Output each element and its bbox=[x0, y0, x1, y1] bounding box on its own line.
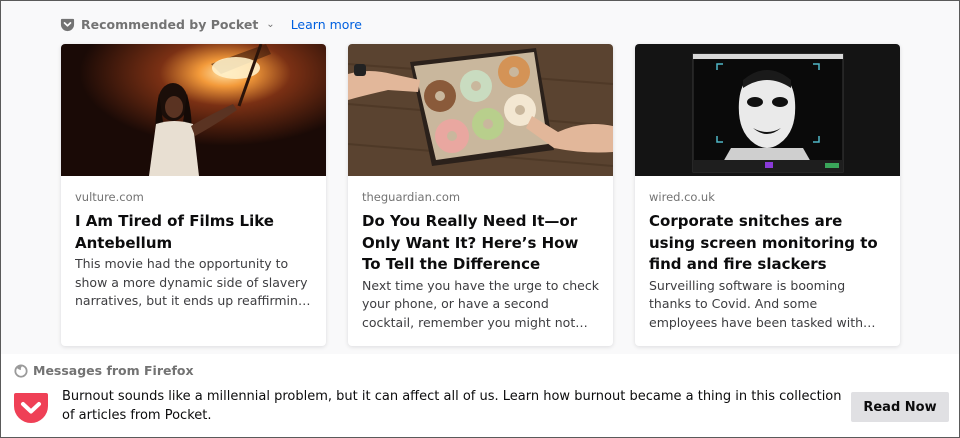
messages-title: Messages from Firefox bbox=[33, 363, 194, 378]
story-title: I Am Tired of Films Like Antebellum bbox=[75, 212, 274, 252]
firefox-messages-panel: Messages from Firefox Burnout sounds lik… bbox=[1, 354, 959, 437]
firefox-icon bbox=[14, 363, 28, 378]
story-excerpt: Surveilling software is booming thanks t… bbox=[649, 277, 876, 330]
messages-header: Messages from Firefox bbox=[14, 363, 194, 378]
story-card[interactable]: vulture.com I Am Tired of Films Like Ant… bbox=[61, 44, 326, 346]
story-excerpt: This movie had the opportunity to show a… bbox=[75, 256, 311, 308]
message-text: Burnout sounds like a millennial problem… bbox=[62, 389, 842, 423]
section-title[interactable]: Recommended by Pocket bbox=[81, 17, 258, 32]
read-now-button[interactable]: Read Now bbox=[851, 392, 949, 422]
pocket-section-header: Recommended by Pocket ⌄ Learn more bbox=[60, 14, 362, 34]
story-source: vulture.com bbox=[75, 190, 144, 204]
story-title: Corporate snitches are using screen moni… bbox=[649, 212, 878, 273]
pocket-icon bbox=[14, 393, 48, 423]
pocket-icon bbox=[60, 18, 75, 31]
learn-more-link[interactable]: Learn more bbox=[291, 17, 362, 32]
story-thumbnail bbox=[61, 44, 326, 176]
story-source: theguardian.com bbox=[362, 190, 461, 204]
chevron-down-icon[interactable]: ⌄ bbox=[266, 19, 274, 30]
message-row: Burnout sounds like a millennial problem… bbox=[13, 388, 953, 428]
story-thumbnail bbox=[635, 44, 900, 176]
story-thumbnail bbox=[348, 44, 613, 176]
story-card[interactable]: theguardian.com Do You Really Need It—or… bbox=[348, 44, 613, 346]
story-cards: vulture.com I Am Tired of Films Like Ant… bbox=[61, 44, 901, 346]
story-title: Do You Really Need It—or Only Want It? H… bbox=[362, 212, 579, 273]
story-source: wired.co.uk bbox=[649, 190, 715, 204]
story-excerpt: Next time you have the urge to check you… bbox=[362, 277, 599, 330]
story-card[interactable]: wired.co.uk Corporate snitches are using… bbox=[635, 44, 900, 346]
